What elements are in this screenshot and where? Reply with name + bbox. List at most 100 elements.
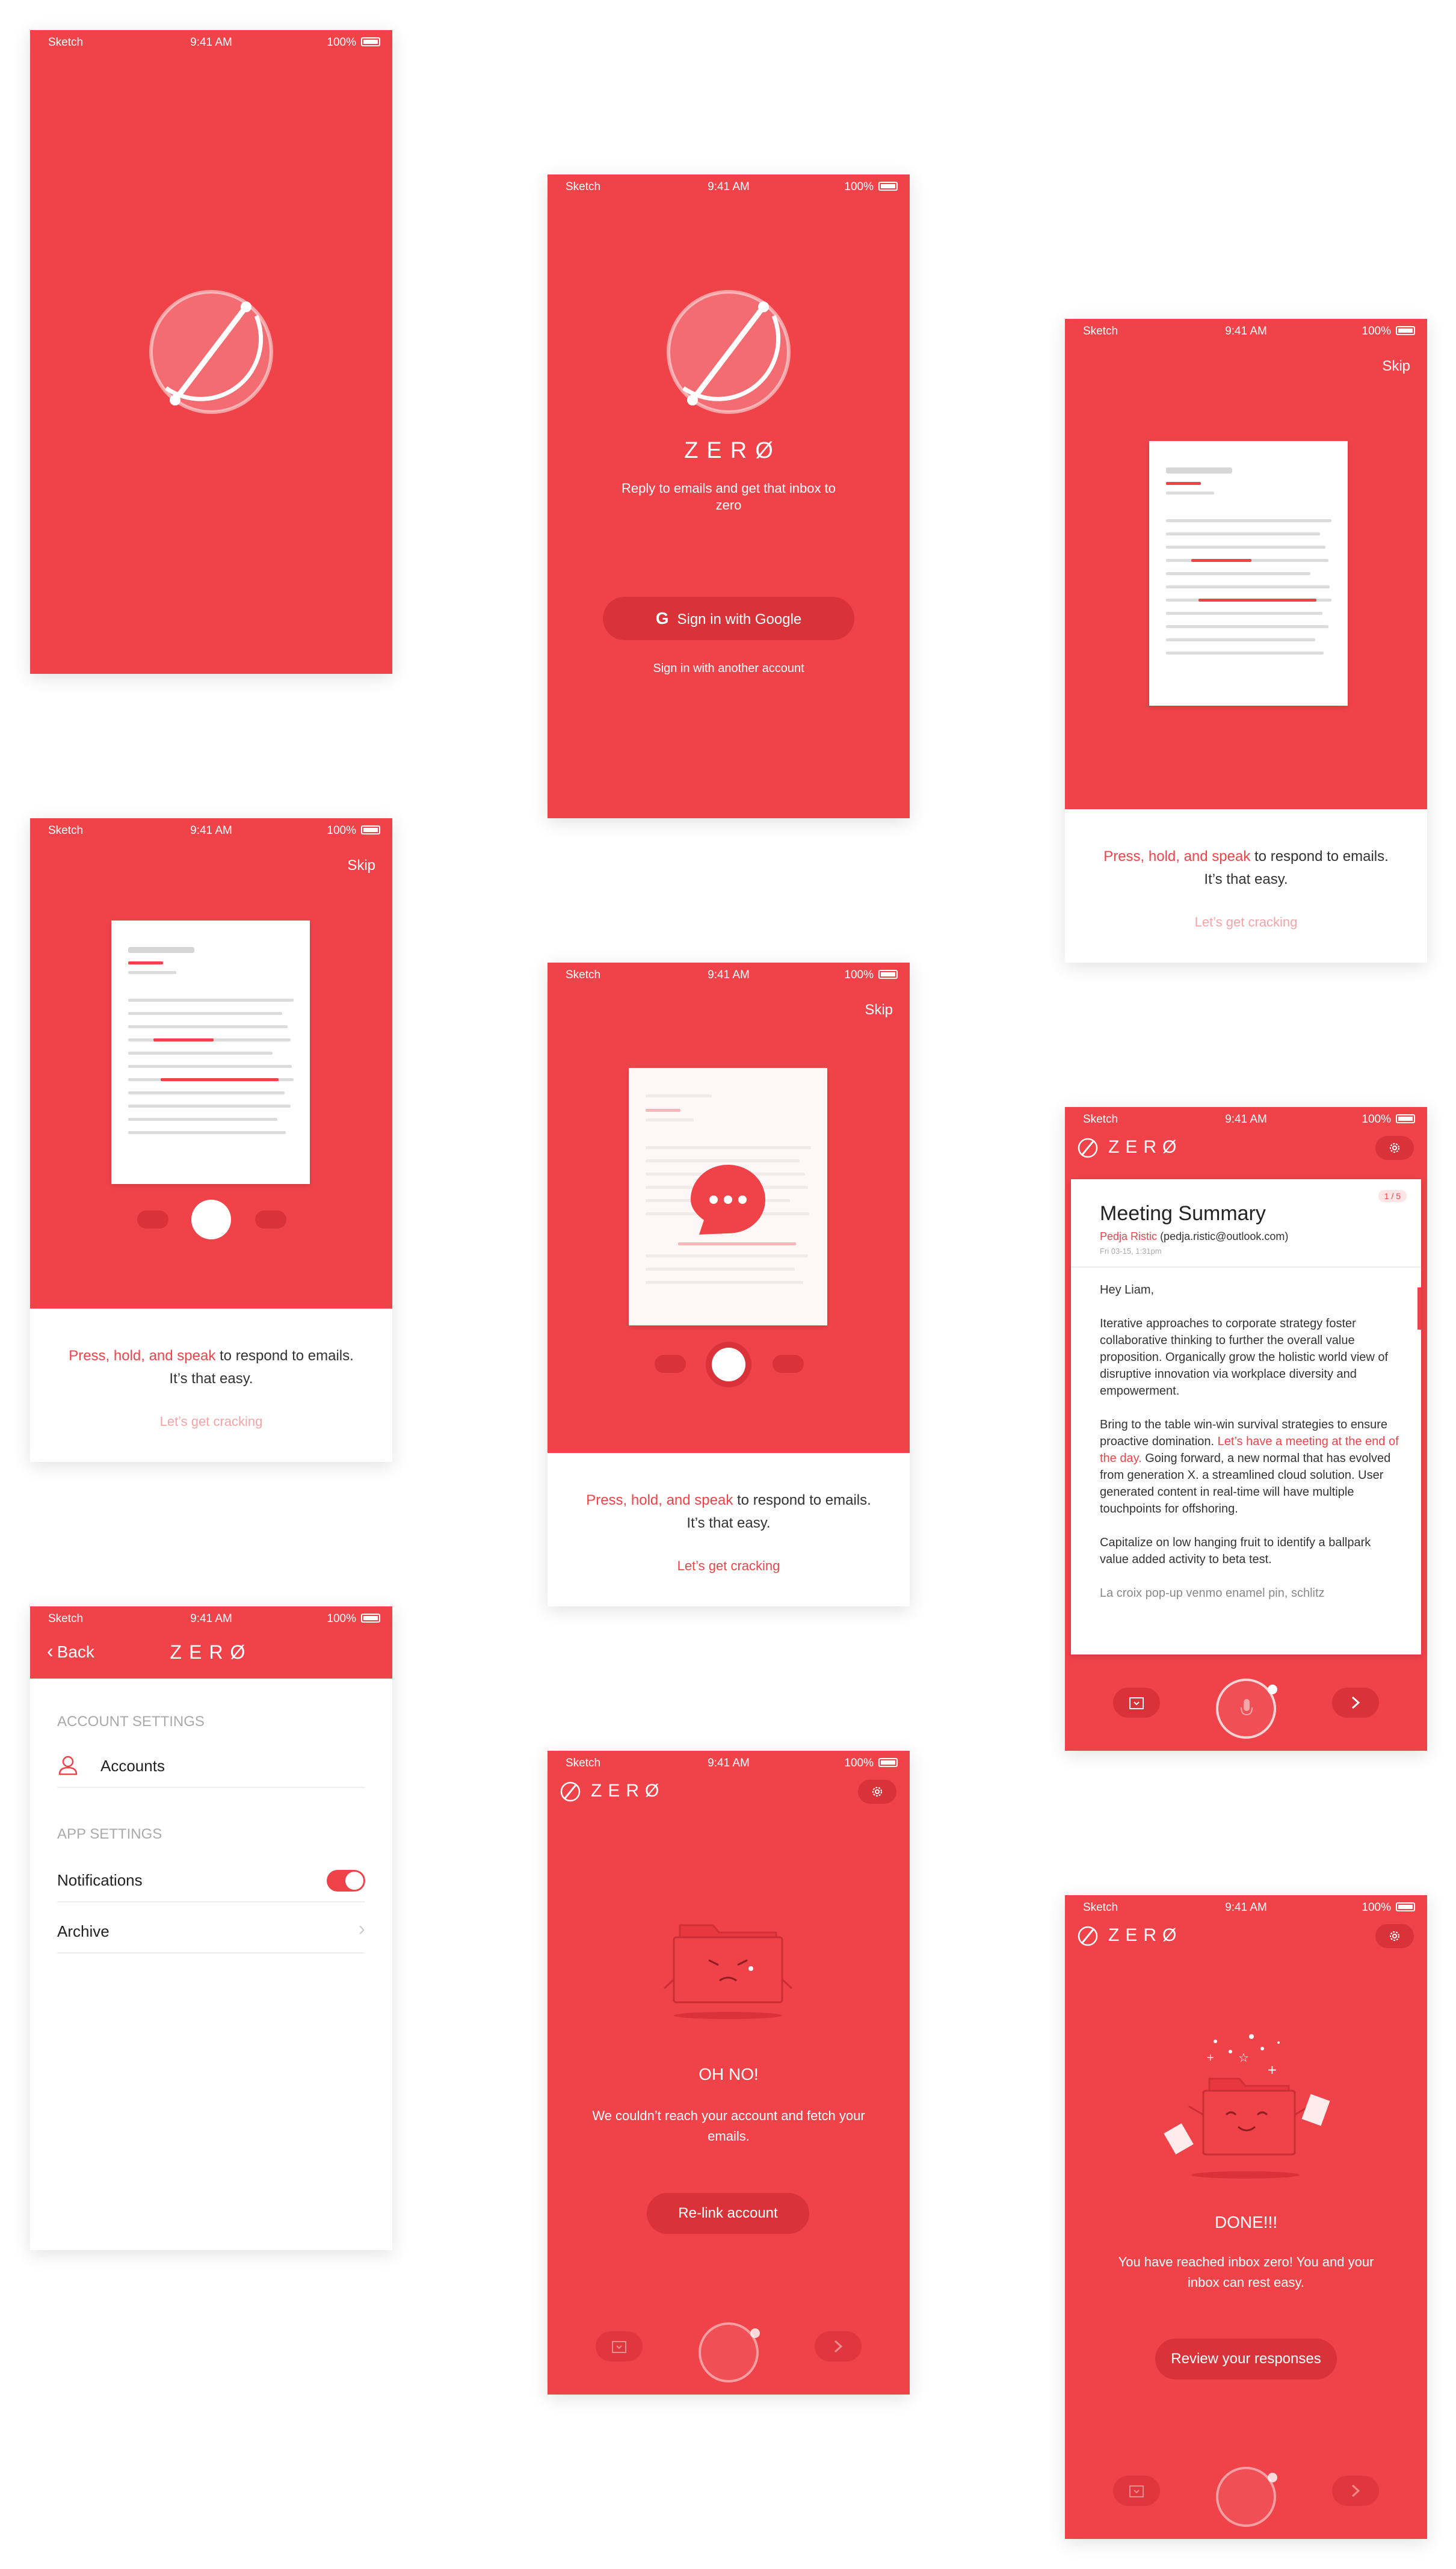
instruction-line: Press, hold, and speak to respond to ema…: [30, 1345, 392, 1368]
splash-screen: Sketch 9:41 AM 100%: [30, 30, 392, 674]
email-illustration: [111, 921, 310, 1184]
signin-screen: Sketch 9:41 AM 100% ZERØ Reply to emails…: [548, 174, 910, 818]
notifications-label: Notifications: [57, 1871, 143, 1889]
record-button[interactable]: [699, 2322, 760, 2382]
gear-icon: [1390, 1143, 1399, 1153]
settings-button[interactable]: [1375, 1924, 1414, 1948]
instruction-panel: Press, hold, and speak to respond to ema…: [1065, 809, 1427, 963]
skip-button[interactable]: Skip: [1382, 358, 1410, 375]
page-dot-right: [773, 1355, 804, 1373]
email-date: Fri 03-15, 1:31pm: [1100, 1247, 1162, 1256]
other-account-link[interactable]: Sign in with another account: [548, 662, 910, 676]
sad-folder-icon: [663, 1924, 793, 2019]
instruction-text: to respond to emails.: [1254, 848, 1389, 865]
page-dot-left: [655, 1355, 686, 1373]
zero-logo-icon: [667, 290, 791, 414]
relink-account-button[interactable]: Re-link account: [647, 2193, 809, 2234]
next-button[interactable]: [1332, 1688, 1379, 1718]
instruction-highlight: Press, hold, and speak: [69, 1348, 216, 1364]
skip-button[interactable]: Skip: [347, 857, 375, 874]
settings-header: Sketch 9:41 AM 100% ‹ Back ZERØ: [30, 1606, 392, 1679]
battery-icon: [361, 825, 380, 834]
done-message: You have reached inbox zero! You and you…: [1118, 2254, 1374, 2290]
status-bar: Sketch 9:41 AM 100%: [548, 174, 910, 199]
svg-text:+: +: [1267, 2062, 1277, 2077]
error-screen: Sketch 9:41 AM 100% ZERØ OH NO! We could…: [548, 1751, 910, 2395]
instruction-line: Press, hold, and speak to respond to ema…: [548, 1489, 910, 1512]
archive-icon: [1129, 2485, 1144, 2497]
onboarding-screen-2: Sketch 9:41 AM 100% Skip Press, hold, an…: [30, 818, 392, 1462]
instruction-panel: Press, hold, and speak to respond to ema…: [30, 1309, 392, 1462]
action-bar: [1065, 2455, 1427, 2539]
settings-button[interactable]: [858, 1780, 896, 1804]
record-button[interactable]: [191, 1200, 231, 1239]
settings-button[interactable]: [1375, 1136, 1414, 1160]
email-paragraph-2: Bring to the table win-win survival stra…: [1100, 1416, 1401, 1517]
zero-logo-icon: [1078, 1926, 1098, 1946]
app-title: ZERØ: [1108, 1137, 1183, 1157]
gear-icon: [1390, 1931, 1399, 1941]
accounts-row[interactable]: Accounts: [57, 1745, 365, 1788]
settings-screen: Sketch 9:41 AM 100% ‹ Back ZERØ ACCOUNT S…: [30, 1606, 392, 2250]
instruction-text: to respond to emails.: [737, 1492, 871, 1508]
account-settings-header: ACCOUNT SETTINGS: [57, 1713, 205, 1730]
email-sender-line: Pedja Ristic (pedja.ristic@outlook.com): [1100, 1230, 1288, 1243]
speech-bubble-icon: [691, 1165, 765, 1235]
status-bar: Sketch 9:41 AM 100%: [30, 818, 392, 842]
email-card[interactable]: 1 / 5 Meeting Summary Pedja Ristic (pedj…: [1071, 1179, 1421, 1655]
record-button[interactable]: [1216, 1679, 1277, 1739]
email-sender-address: (pedja.ristic@outlook.com): [1160, 1230, 1289, 1242]
get-cracking-button[interactable]: Let’s get cracking: [1065, 914, 1427, 930]
app-bar: ZERØ: [1065, 1913, 1427, 1961]
get-cracking-button[interactable]: Let’s get cracking: [548, 1558, 910, 1574]
archive-button[interactable]: [596, 2331, 643, 2361]
instruction-text: to respond to emails.: [220, 1348, 354, 1364]
review-responses-button[interactable]: Review your responses: [1155, 2339, 1337, 2379]
email-paragraph-1: Iterative approaches to corporate strate…: [1100, 1317, 1389, 1398]
status-bar: Sketch 9:41 AM 100%: [548, 963, 910, 987]
archive-row[interactable]: Archive ›: [57, 1910, 365, 1954]
archive-button[interactable]: [1113, 2476, 1160, 2506]
email-greeting: Hey Liam,: [1100, 1283, 1155, 1297]
skip-button[interactable]: Skip: [865, 1002, 893, 1019]
record-handle[interactable]: [750, 2328, 760, 2338]
notifications-toggle[interactable]: [327, 1870, 365, 1892]
battery-label: 100%: [1362, 1901, 1391, 1914]
done-title: DONE!!!: [1214, 2213, 1278, 2231]
scrollbar[interactable]: [1417, 1288, 1421, 1330]
record-button[interactable]: [1216, 2467, 1277, 2527]
next-button[interactable]: [1332, 2476, 1379, 2506]
email-counter: 1 / 5: [1378, 1190, 1407, 1202]
email-body: Hey Liam, Iterative approaches to corpor…: [1100, 1281, 1401, 1602]
archive-icon: [612, 2341, 626, 2353]
next-button[interactable]: [815, 2331, 862, 2361]
zero-logo-icon: [149, 290, 273, 414]
email-paragraph-2b: Going forward, a new normal that has evo…: [1100, 1452, 1391, 1516]
google-icon: G: [655, 609, 669, 628]
brand-title: ZERØ: [684, 438, 782, 463]
email-paragraph-4: La croix pop-up venmo enamel pin, schlit…: [1100, 1587, 1325, 1600]
app-title: ZERØ: [1108, 1925, 1183, 1945]
toggle-knob: [345, 1872, 363, 1890]
archive-button[interactable]: [1113, 1688, 1160, 1718]
battery-icon: [878, 1758, 898, 1767]
done-screen: Sketch 9:41 AM 100% ZERØ ☆ + + DONE!!! Y…: [1065, 1895, 1427, 2539]
instruction-easy: It’s that easy.: [169, 1371, 253, 1387]
user-icon: [58, 1756, 78, 1775]
google-signin-button[interactable]: G Sign in with Google: [603, 597, 854, 640]
battery-icon: [1396, 1114, 1415, 1123]
archive-icon: [1129, 1697, 1144, 1709]
zero-logo-icon: [1078, 1138, 1098, 1158]
svg-text:☆: ☆: [1238, 2050, 1249, 2065]
battery-label: 100%: [844, 180, 874, 193]
record-handle[interactable]: [1268, 1685, 1277, 1694]
record-handle[interactable]: [1268, 2473, 1277, 2482]
battery-icon: [361, 37, 380, 46]
instruction-panel: Press, hold, and speak to respond to ema…: [548, 1453, 910, 1606]
chevron-right-icon: [834, 2340, 843, 2353]
record-button[interactable]: [706, 1342, 751, 1387]
onboarding-screen-1: Sketch 9:41 AM 100% Skip Press, hold, an…: [1065, 319, 1427, 963]
record-button-inner: [712, 1348, 745, 1381]
get-cracking-button[interactable]: Let’s get cracking: [30, 1414, 392, 1429]
email-sender[interactable]: Pedja Ristic: [1100, 1230, 1157, 1242]
